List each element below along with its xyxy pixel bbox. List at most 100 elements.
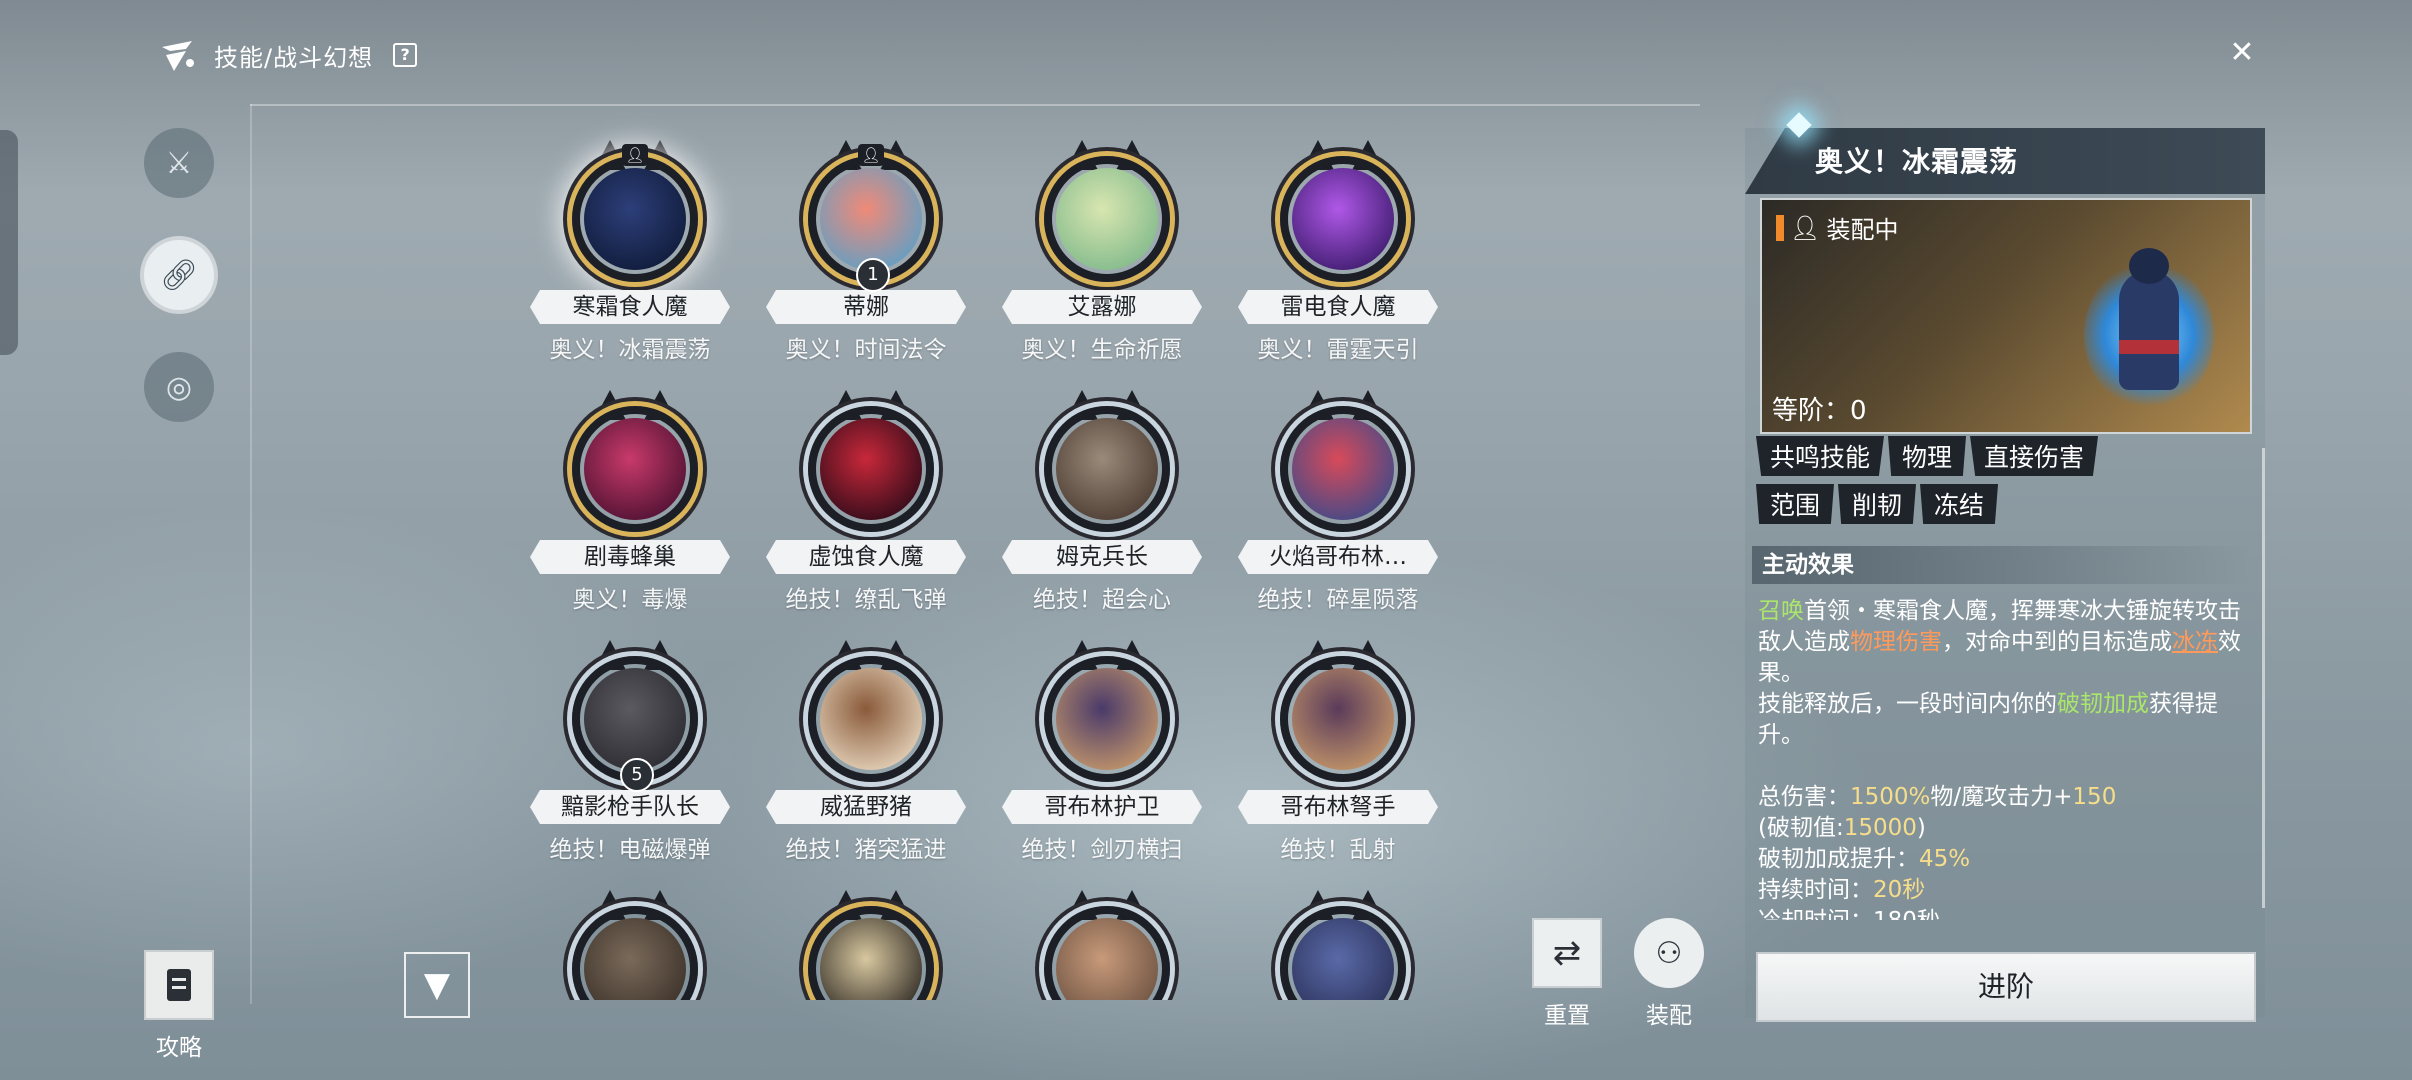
duration-label: 持续时间： (1758, 877, 1873, 903)
total-damage-label: 总伤害： (1758, 784, 1850, 810)
equip-label: 装配 (1646, 1003, 1692, 1029)
game-logo-icon (162, 41, 194, 71)
skill-card[interactable]: 哥布林护卫绝技！剑刃横扫 (1002, 640, 1202, 880)
filter-button[interactable]: ▼ (404, 952, 470, 1018)
monster-name: 火焰哥布林… (1238, 540, 1438, 574)
monster-name: 哥布林护卫 (1002, 790, 1202, 824)
skill-name: 绝技！乱射 (1280, 837, 1396, 863)
skill-card[interactable]: 👤︎ 1 蒂娜奥义！时间法令 (766, 140, 966, 380)
level-badge: 1 (856, 258, 890, 292)
equipped-status: 👤︎ 装配中 (1776, 210, 1898, 245)
skill-name: 绝技！缭乱飞弹 (785, 587, 947, 613)
close-icon[interactable]: ✕ (2225, 36, 2259, 70)
tier-label: 等阶：0 (1772, 396, 1867, 426)
skill-card[interactable] (766, 890, 966, 1000)
monster-portrait (808, 890, 934, 1000)
skill-tag: 削韧 (1838, 484, 1917, 524)
monster-portrait (1280, 640, 1406, 782)
person-icon: 👤︎ (1790, 213, 1821, 242)
monster-portrait (572, 890, 698, 1000)
skill-name: 绝技！猪突猛进 (785, 837, 947, 863)
guide-label: 攻略 (156, 1035, 202, 1061)
equipped-label: 装配中 (1826, 216, 1899, 244)
break-value-close: ) (1916, 815, 1926, 841)
skill-tag: 物理 (1888, 436, 1967, 476)
equip-button[interactable]: ⚇ (1634, 918, 1704, 988)
equipped-person-icon: 👤︎ (622, 144, 648, 166)
total-damage-mid: 物/魔攻击力+ (1930, 784, 2073, 810)
break-increase-value: 45% (1919, 846, 1971, 872)
reset-label: 重置 (1544, 1003, 1590, 1029)
sidebar-item-other[interactable]: ◎ (144, 352, 214, 422)
advance-button[interactable]: 进阶 (1756, 952, 2256, 1022)
monster-portrait: 5 (572, 640, 698, 792)
monster-name: 寒霜食人魔 (530, 290, 730, 324)
desc-summon: 召唤 (1758, 598, 1804, 624)
skill-card[interactable]: 姆克兵长绝技！超会心 (1002, 390, 1202, 630)
monster-portrait: 👤︎ (572, 140, 698, 282)
monster-name: 雷电食人魔 (1238, 290, 1438, 324)
monster-portrait (1044, 640, 1170, 782)
skill-tag: 范围 (1756, 484, 1835, 524)
filter-icon: ▼ (423, 965, 451, 1005)
desc-break-bonus: 破韧加成 (2057, 691, 2149, 717)
cooldown-partial: 冷却时间：180秒 (1758, 908, 1940, 920)
skill-card[interactable]: 虚蚀食人魔绝技！缭乱飞弹 (766, 390, 966, 630)
help-icon[interactable]: ? (393, 43, 418, 67)
monster-name: 黯影枪手队长 (530, 790, 730, 824)
skill-name: 奥义！冰霜震荡 (549, 337, 711, 363)
skill-card[interactable]: 威猛野猪绝技！猪突猛进 (766, 640, 966, 880)
skill-tag: 共鸣技能 (1756, 436, 1885, 476)
skill-name: 绝技！超会心 (1033, 587, 1171, 613)
reset-button[interactable]: ⇄ (1532, 918, 1602, 988)
monster-portrait (1044, 390, 1170, 532)
monster-portrait (572, 390, 698, 532)
monster-name: 虚蚀食人魔 (766, 540, 966, 574)
duration-value: 20秒 (1873, 877, 1926, 903)
desc-physical-damage: 物理伤害 (1850, 629, 1942, 655)
page-title: 技能/战斗幻想 (214, 43, 374, 72)
monster-portrait (1044, 140, 1170, 282)
skill-name: 奥义！毒爆 (572, 587, 688, 613)
sidebar-item-fantasy[interactable]: 🔗︎ (144, 240, 214, 310)
total-damage-value: 1500% (1850, 784, 1931, 810)
skill-card[interactable]: 艾露娜 奥义！生命祈愿 (1002, 140, 1202, 380)
skill-card[interactable]: 火焰哥布林… 绝技！碎星陨落 (1238, 390, 1438, 630)
level-badge: 5 (620, 758, 654, 792)
section-title: 主动效果 (1752, 546, 2252, 584)
skill-tags: 共鸣技能 物理 直接伤害范围 削韧 冻结 (1756, 436, 2256, 532)
desc-text: 技能释放后，一段时间内你的 (1758, 691, 2057, 717)
skill-preview: 👤︎ 装配中 等阶：0 (1760, 198, 2252, 434)
skill-card[interactable]: 雷电食人魔 奥义！雷霆天引 (1238, 140, 1438, 380)
skill-card[interactable]: 剧毒蜂巢奥义！毒爆 (530, 390, 730, 630)
skill-card[interactable] (1238, 890, 1438, 1000)
skill-card[interactable]: 5 黯影枪手队长 绝技！电磁爆弹 (530, 640, 730, 880)
header-divider (250, 104, 1700, 106)
monster-name: 蒂娜 (766, 290, 966, 324)
monster-portrait (1044, 890, 1170, 1000)
detail-title: 奥义！冰霜震荡 (1815, 145, 2019, 178)
desc-freeze-link[interactable]: 冰冻 (2172, 629, 2218, 655)
monster-portrait (1280, 140, 1406, 282)
monster-name: 威猛野猪 (766, 790, 966, 824)
monster-illustration (2074, 230, 2224, 420)
description-scrollbar[interactable] (2262, 448, 2265, 908)
skill-tag: 直接伤害 (1970, 436, 2099, 476)
skill-card[interactable]: 👤︎ 寒霜食人魔奥义！冰霜震荡 (530, 140, 730, 380)
skill-card[interactable] (530, 890, 730, 1000)
skill-card[interactable]: 哥布林弩手 绝技！乱射 (1238, 640, 1438, 880)
skill-tag: 冻结 (1920, 484, 1999, 524)
monster-portrait: 👤︎ 1 (808, 140, 934, 292)
skill-name: 奥义！时间法令 (785, 337, 947, 363)
monster-name: 剧毒蜂巢 (530, 540, 730, 574)
equip-icon: ⚇ (1655, 935, 1683, 971)
guide-button[interactable] (144, 950, 214, 1020)
link-icon: 🔗︎ (159, 257, 199, 293)
side-drawer-handle[interactable] (0, 130, 18, 355)
skill-name: 奥义！生命祈愿 (1021, 337, 1183, 363)
total-damage-add: 150 (2072, 784, 2117, 810)
skill-name: 绝技！剑刃横扫 (1021, 837, 1183, 863)
sidebar-item-skills[interactable]: ⚔ (144, 128, 214, 198)
monster-name: 姆克兵长 (1002, 540, 1202, 574)
skill-card[interactable] (1002, 890, 1202, 1000)
